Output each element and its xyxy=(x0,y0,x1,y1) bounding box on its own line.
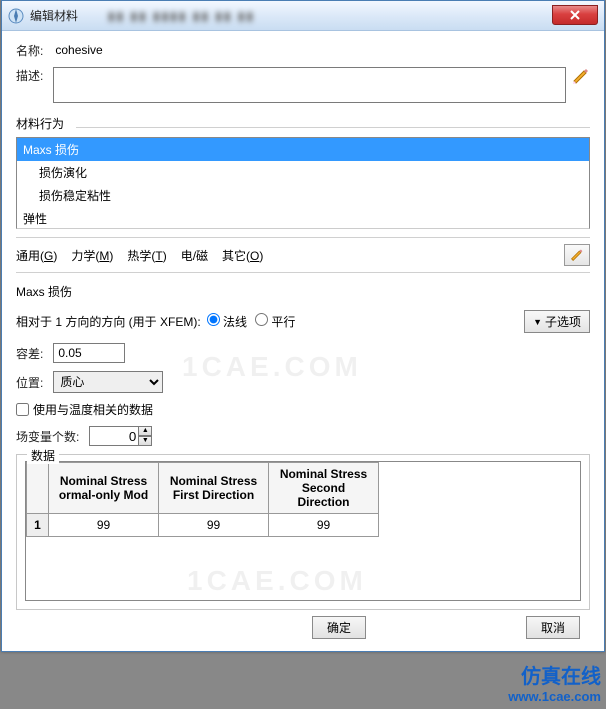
titlebar-blur: ▮▮ ▮▮ ▮▮▮▮ ▮▮ ▮▮ ▮▮ xyxy=(108,9,552,23)
tolerance-row: 容差: xyxy=(16,343,590,363)
radio-normal[interactable]: 法线 xyxy=(207,313,247,330)
table-row[interactable]: 1999999 xyxy=(27,514,379,537)
data-table-wrap: Nominal Stressormal-only ModNominal Stre… xyxy=(25,461,581,601)
spinner-up-button[interactable]: ▲ xyxy=(138,426,152,436)
tolerance-input[interactable] xyxy=(53,343,125,363)
name-label: 名称: xyxy=(16,42,43,59)
close-icon xyxy=(570,10,580,20)
description-label: 描述: xyxy=(16,67,43,84)
category-tabbar: 通用(G) 力学(M) 热学(T) 电/磁其它(O) xyxy=(16,237,590,273)
tolerance-label: 容差: xyxy=(16,345,43,362)
material-behavior-label: 材料行为 xyxy=(16,113,590,134)
behavior-item[interactable]: 损伤稳定粘性 xyxy=(17,184,589,207)
name-row: 名称: xyxy=(16,41,590,59)
category-tab[interactable]: 电/磁 xyxy=(181,247,208,264)
position-row: 位置: 质心 xyxy=(16,371,590,393)
name-input[interactable] xyxy=(53,41,590,59)
direction-row: 相对于 1 方向的方向 (用于 XFEM): 法线 平行 ▼ 子选项 xyxy=(16,310,590,333)
category-tab[interactable]: 力学(M) xyxy=(71,247,113,264)
description-row: 描述: xyxy=(16,67,590,103)
category-tab[interactable]: 热学(T) xyxy=(127,247,166,264)
edit-material-window: 编辑材料 ▮▮ ▮▮ ▮▮▮▮ ▮▮ ▮▮ ▮▮ 名称: 描述: 材料行为 Ma… xyxy=(1,0,605,652)
table-cell[interactable]: 99 xyxy=(159,514,269,537)
app-icon xyxy=(8,8,24,24)
direction-label: 相对于 1 方向的方向 (用于 XFEM): xyxy=(16,313,201,330)
titlebar[interactable]: 编辑材料 ▮▮ ▮▮ ▮▮▮▮ ▮▮ ▮▮ ▮▮ xyxy=(2,1,604,31)
field-var-input[interactable] xyxy=(89,426,139,446)
pencil-icon xyxy=(572,67,590,85)
spinner-down-button[interactable]: ▼ xyxy=(138,436,152,446)
data-group-label: 数据 xyxy=(27,447,59,464)
description-input[interactable] xyxy=(53,67,566,103)
edit-behavior-button[interactable] xyxy=(564,244,590,266)
brand-watermark: 仿真在线 www.1cae.com xyxy=(508,660,601,704)
category-tab[interactable]: 通用(G) xyxy=(16,247,57,264)
suboptions-button[interactable]: ▼ 子选项 xyxy=(524,310,590,333)
data-table[interactable]: Nominal Stressormal-only ModNominal Stre… xyxy=(26,462,379,537)
field-var-label: 场变量个数: xyxy=(16,428,79,445)
close-button[interactable] xyxy=(552,5,598,25)
data-group: 数据 Nominal Stressormal-only ModNominal S… xyxy=(16,454,590,610)
behavior-item[interactable]: Maxs 损伤 xyxy=(17,138,589,161)
ok-button[interactable]: 确定 xyxy=(312,616,366,639)
field-var-row: 场变量个数: ▲ ▼ xyxy=(16,426,590,446)
table-cell[interactable]: 99 xyxy=(49,514,159,537)
material-behavior-group: 材料行为 Maxs 损伤损伤演化损伤稳定粘性弹性 xyxy=(16,113,590,229)
pencil-icon xyxy=(570,248,584,262)
edit-description-button[interactable] xyxy=(572,67,590,88)
temp-data-row: 使用与温度相关的数据 xyxy=(16,401,590,418)
behavior-item[interactable]: 弹性 xyxy=(17,207,589,229)
column-header[interactable]: Nominal StressSecond Direction xyxy=(269,463,379,514)
category-tab[interactable]: 其它(O) xyxy=(222,247,263,264)
column-header[interactable]: Nominal StressFirst Direction xyxy=(159,463,269,514)
behavior-item[interactable]: 损伤演化 xyxy=(17,161,589,184)
radio-parallel[interactable]: 平行 xyxy=(255,313,295,330)
cancel-button[interactable]: 取消 xyxy=(526,616,580,639)
use-temp-data-label: 使用与温度相关的数据 xyxy=(33,401,153,418)
window-title: 编辑材料 xyxy=(30,7,78,24)
chevron-down-icon: ▼ xyxy=(533,317,542,327)
table-cell[interactable]: 99 xyxy=(269,514,379,537)
position-select[interactable]: 质心 xyxy=(53,371,163,393)
use-temp-data-checkbox[interactable] xyxy=(16,403,29,416)
column-header[interactable]: Nominal Stressormal-only Mod xyxy=(49,463,159,514)
dialog-footer: 确定 取消 xyxy=(16,610,590,645)
position-label: 位置: xyxy=(16,374,43,391)
section-title: Maxs 损伤 xyxy=(16,283,590,300)
content-area: 名称: 描述: 材料行为 Maxs 损伤损伤演化损伤稳定粘性弹性 通用(G)力学… xyxy=(2,31,604,651)
behavior-list[interactable]: Maxs 损伤损伤演化损伤稳定粘性弹性 xyxy=(16,137,590,229)
